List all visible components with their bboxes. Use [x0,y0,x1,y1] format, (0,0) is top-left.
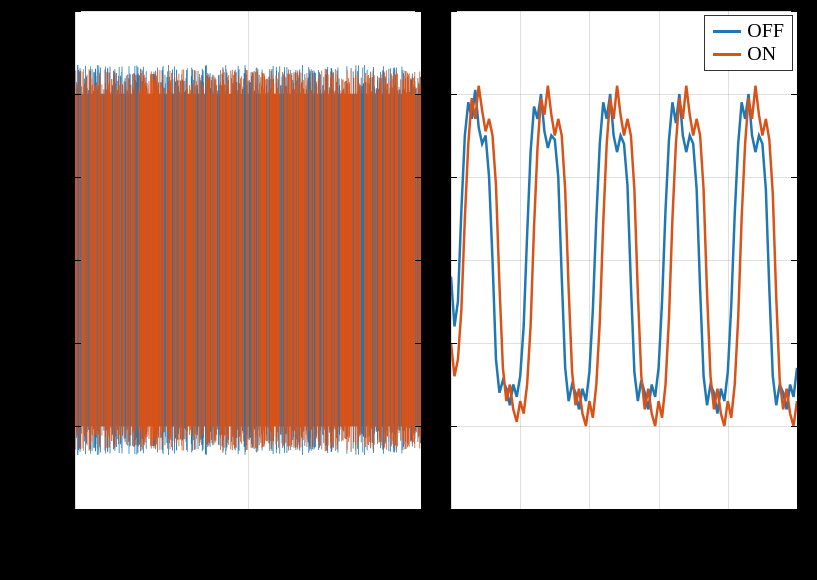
chart-left: 3 2 1 0 -1 -2 -3 0 5 10 time [s] joint v… [74,10,422,510]
plot-area-left [74,10,422,510]
series-left-svg [75,11,421,509]
legend-row-off: OFF [713,20,784,43]
ylabel: joint velocity [rad/s] [5,162,32,358]
ytick-0: 0 [56,249,74,272]
legend-swatch-on [713,53,741,56]
xtick-right-005: 0.05 [768,515,817,538]
plot-area-right: OFF ON [450,10,798,510]
ytick-p3: 3 [56,0,74,22]
legend-row-on: ON [713,43,784,66]
ytick-p2: 2 [56,82,74,105]
ytick-m1: -1 [49,332,74,355]
xlabel-right: time [s] [450,544,798,571]
xtick-right-0: 0 [430,515,470,538]
chart-right: OFF ON 0 0.05 time [s] [450,10,798,510]
legend-label-on: ON [747,43,776,66]
xlabel-left: time [s] [74,544,422,571]
legend-swatch-off [713,30,741,33]
legend: OFF ON [704,15,793,71]
ytick-m2: -2 [49,415,74,438]
legend-label-off: OFF [747,20,784,43]
xtick-left-5: 5 [228,515,268,538]
ytick-p1: 1 [56,165,74,188]
series-right-svg [451,11,797,509]
xtick-left-0: 0 [54,515,94,538]
